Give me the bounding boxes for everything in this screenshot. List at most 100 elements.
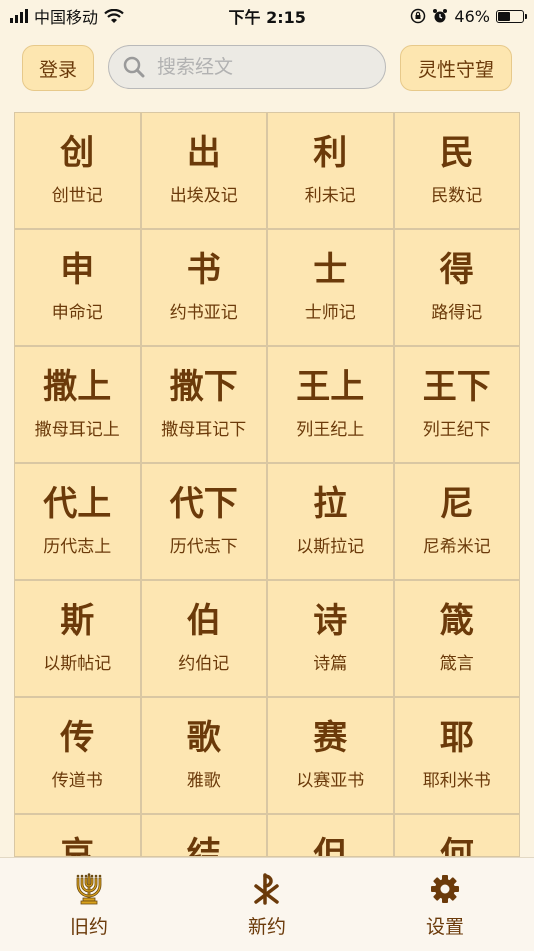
book-name: 箴言	[439, 654, 474, 674]
book-cell[interactable]: 赛以赛亚书	[268, 698, 393, 813]
book-cell[interactable]: 民民数记	[394, 113, 519, 228]
status-right: 46%	[410, 6, 527, 26]
tab-label: 旧约	[69, 916, 108, 938]
search-icon	[123, 56, 145, 78]
book-cell[interactable]: 书约书亚记	[141, 230, 266, 345]
book-abbreviation: 哀	[60, 835, 95, 857]
book-abbreviation: 伯	[186, 601, 221, 641]
book-cell[interactable]: 哀耶利米哀歌	[15, 815, 140, 857]
book-name: 列王纪上	[296, 420, 365, 440]
book-abbreviation: 得	[439, 250, 474, 290]
battery-percent: 46%	[454, 6, 490, 26]
alarm-icon	[433, 9, 448, 23]
book-grid: 创创世记出出埃及记利利未记民民数记申申命记书约书亚记士士师记得路得记 撒上 撒母耳记…	[14, 112, 520, 857]
status-bar: 中国移动 下午 2:15 46%	[0, 0, 534, 32]
book-abbreviation: 民	[439, 133, 474, 173]
signal-icon	[10, 9, 28, 23]
book-name: 申命记	[51, 303, 103, 323]
book-cell[interactable]: 士士师记	[268, 230, 393, 345]
book-abbreviation: 出	[186, 133, 221, 173]
book-cell[interactable]: 王下 列王纪下	[394, 347, 519, 462]
book-cell[interactable]: 创创世记	[15, 113, 140, 228]
book-cell[interactable]: 传传道书	[15, 698, 140, 813]
tab-new-testament[interactable]: 新约	[178, 858, 356, 951]
book-abbreviation: 申	[60, 250, 95, 290]
menorah-icon	[76, 873, 102, 905]
book-name: 耶利米书	[422, 771, 491, 791]
book-name: 历代志上	[43, 537, 112, 557]
book-abbreviation: 创	[60, 133, 95, 173]
book-cell[interactable]: 结以西结书	[141, 815, 266, 857]
search-box[interactable]	[108, 45, 386, 89]
book-abbreviation: 赛	[313, 718, 348, 758]
book-cell[interactable]: 出出埃及记	[141, 113, 266, 228]
book-name: 民数记	[431, 186, 483, 206]
book-cell[interactable]: 歌雅歌	[141, 698, 266, 813]
book-abbreviation: 但	[313, 835, 348, 857]
status-time: 下午 2:15	[228, 8, 306, 27]
book-cell[interactable]: 但但以理书	[268, 815, 393, 857]
login-button[interactable]: 登录	[22, 45, 94, 91]
book-name: 约伯记	[178, 654, 230, 674]
tab-old-testament[interactable]: 旧约	[0, 858, 178, 951]
book-abbreviation: 代下	[169, 484, 238, 524]
book-name: 历代志下	[169, 537, 238, 557]
book-name: 利未记	[304, 186, 356, 206]
book-name: 撒母耳记上	[34, 420, 120, 440]
book-name: 出埃及记	[169, 186, 238, 206]
book-abbreviation: 诗	[313, 601, 348, 641]
book-cell[interactable]: 得路得记	[394, 230, 519, 345]
book-cell[interactable]: 尼尼希米记	[394, 464, 519, 579]
book-abbreviation: 歌	[186, 718, 221, 758]
book-name: 尼希米记	[422, 537, 491, 557]
book-abbreviation: 结	[186, 835, 221, 857]
book-abbreviation: 撒上	[43, 367, 112, 407]
book-cell[interactable]: 代上 历代志上	[15, 464, 140, 579]
book-cell[interactable]: 代下 历代志下	[141, 464, 266, 579]
book-cell[interactable]: 箴箴言	[394, 581, 519, 696]
book-abbreviation: 何	[439, 835, 474, 857]
book-cell[interactable]: 申申命记	[15, 230, 140, 345]
book-cell[interactable]: 撒下 撒母耳记下	[141, 347, 266, 462]
book-cell[interactable]: 伯约伯记	[141, 581, 266, 696]
spiritual-watch-button[interactable]: 灵性守望	[400, 45, 512, 91]
book-cell[interactable]: 耶耶利米书	[394, 698, 519, 813]
book-name: 雅歌	[186, 771, 221, 791]
book-name: 传道书	[51, 771, 103, 791]
wifi-icon	[104, 8, 124, 23]
book-cell[interactable]: 斯以斯帖记	[15, 581, 140, 696]
book-abbreviation: 拉	[313, 484, 348, 524]
book-name: 约书亚记	[169, 303, 238, 323]
book-name: 诗篇	[313, 654, 348, 674]
orientation-lock-icon	[411, 8, 426, 24]
book-name: 以斯拉记	[296, 537, 365, 557]
book-name: 士师记	[304, 303, 356, 323]
book-name: 路得记	[431, 303, 483, 323]
book-cell[interactable]: 王上 列王纪上	[268, 347, 393, 462]
search-input[interactable]	[155, 55, 369, 79]
book-abbreviation: 撒下	[169, 367, 238, 407]
tab-settings[interactable]: 设置	[356, 858, 534, 951]
book-cell[interactable]: 拉以斯拉记	[268, 464, 393, 579]
book-name: 以赛亚书	[296, 771, 365, 791]
book-abbreviation: 代上	[43, 484, 112, 524]
book-abbreviation: 书	[186, 250, 221, 290]
book-cell[interactable]: 撒上 撒母耳记上	[15, 347, 140, 462]
book-cell[interactable]: 利利未记	[268, 113, 393, 228]
book-abbreviation: 士	[313, 250, 348, 290]
book-abbreviation: 王上	[296, 367, 365, 407]
gear-icon	[431, 875, 459, 903]
book-abbreviation: 尼	[439, 484, 474, 524]
tab-bar: 旧约 新约 设置	[0, 857, 534, 951]
status-left: 中国移动	[10, 4, 124, 28]
book-name: 列王纪下	[422, 420, 491, 440]
book-cell[interactable]: 何何西阿书	[394, 815, 519, 857]
tab-label: 设置	[425, 916, 464, 938]
book-abbreviation: 传	[60, 718, 95, 758]
top-bar: 登录 灵性守望	[0, 40, 534, 98]
book-name: 创世记	[51, 186, 103, 206]
book-abbreviation: 箴	[439, 601, 474, 641]
chi-rho-icon	[254, 873, 279, 905]
book-cell[interactable]: 诗诗篇	[268, 581, 393, 696]
book-abbreviation: 斯	[60, 601, 95, 641]
